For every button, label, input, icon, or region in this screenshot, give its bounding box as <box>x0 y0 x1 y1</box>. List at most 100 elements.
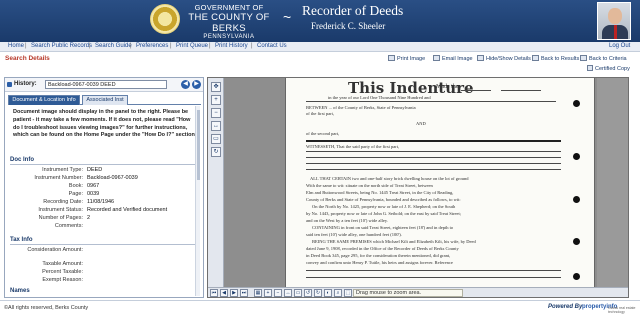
office-title: Recorder of Deeds <box>302 3 404 18</box>
email-image-button[interactable]: Email Image <box>433 55 473 62</box>
document-line: With the same to wit: situate on the nor… <box>306 183 433 188</box>
official-photo <box>597 2 631 40</box>
details-scrollbar[interactable] <box>195 106 200 296</box>
propertyinfo-tagline: Global real estate technology <box>608 306 636 314</box>
powered-by-label: Powered By <box>548 304 583 310</box>
document-line: CONTAINING in front on said Treat Street… <box>312 225 454 230</box>
zoom-in-icon[interactable]: + <box>211 95 221 105</box>
document-line: ALL THAT CERTAIN two and one-half story … <box>310 176 469 181</box>
doc-info-row: Page: 0039 <box>68 191 100 197</box>
next-arrow-icon[interactable]: ▶ <box>192 80 201 89</box>
zoom-out-icon[interactable]: − <box>211 108 221 118</box>
doc-info-row: Instrument Type: DEED <box>42 167 103 173</box>
zoom-area-icon[interactable]: ⬚ <box>344 289 352 297</box>
toggle-icon <box>477 55 484 61</box>
copyright-text: ©All rights reserved, Berks County <box>4 305 89 311</box>
doc-info-row: Recording Date: 11/08/1946 <box>43 199 115 205</box>
document-line: and on the West by a ten feet (10') wide… <box>306 218 388 223</box>
document-line: County of Berks and State of Pennsylvani… <box>306 197 461 202</box>
nav-preferences[interactable]: Preferences <box>136 43 168 49</box>
county-seal-logo <box>150 4 180 34</box>
document-line: BEING THE SAME PREMISES which Michael Ki… <box>312 239 476 244</box>
document-line: BETWEEN ... of the County of Berks, Stat… <box>306 105 416 110</box>
back-arrow-icon <box>532 55 539 61</box>
doc-info-row: Number of Pages: 2 <box>38 215 91 221</box>
viewer-margin <box>597 78 628 287</box>
history-bar: History: Backload-0967-0039 DEED ◀ ▶ <box>5 78 203 92</box>
envelope-icon <box>433 55 440 61</box>
rotate-right-icon[interactable]: ↻ <box>314 289 322 297</box>
doc-info-row: Instrument Number: Backload-0967-0039 <box>34 175 138 181</box>
detail-tabs: Document & Location Info Associated Inst <box>8 95 201 105</box>
document-line: of the first part, <box>306 111 334 116</box>
back-to-results-button[interactable]: Back to Results <box>532 55 579 62</box>
doc-info-row: Book: 0967 <box>68 183 100 189</box>
nav-home[interactable]: Home <box>8 43 24 49</box>
fit-width-icon[interactable]: ↔ <box>284 289 292 297</box>
last-page-icon[interactable]: ⏭ <box>240 289 248 297</box>
hide-show-details-button[interactable]: Hide/Show Details <box>477 55 531 62</box>
rotate-left-icon[interactable]: ↺ <box>304 289 312 297</box>
nav-search-public-records[interactable]: Search Public Records <box>31 43 92 49</box>
main-nav: Home | Search Public Records | Search Gu… <box>0 42 640 52</box>
document-page: This Indenture Made the in the year of o… <box>285 78 595 287</box>
doc-info-row: Comments: <box>54 223 83 229</box>
document-line: Elm and Buttonwood Streets, being No. 14… <box>306 190 454 195</box>
detail-content: Document image should display in the pan… <box>8 106 200 296</box>
tax-info-row: Percent Taxable: <box>42 269 83 275</box>
divider <box>10 244 196 245</box>
official-name: Frederick C. Sheeler <box>311 21 386 31</box>
tax-info-row: Consideration Amount: <box>27 247 83 253</box>
document-image-viewer[interactable]: ✥ + − ↔ ▭ ↻ This Indenture Made the in t… <box>207 77 629 298</box>
zoom-in-icon[interactable]: + <box>264 289 272 297</box>
printer-icon <box>388 55 395 61</box>
previous-arrow-icon[interactable]: ◀ <box>181 80 190 89</box>
doc-info-row: Instrument Status: Recorded and Verified … <box>38 207 168 213</box>
nav-print-queue[interactable]: Print Queue <box>176 43 208 49</box>
county-line: THE COUNTY OF BERKS <box>188 11 270 34</box>
nav-contact-us[interactable]: Contact Us <box>257 43 287 49</box>
fit-width-icon[interactable]: ↔ <box>211 121 221 131</box>
page-title: Search Details <box>5 55 50 62</box>
invert-icon[interactable]: ◐ <box>324 289 332 297</box>
print-image-button[interactable]: Print Image <box>388 55 425 62</box>
certified-copy-button[interactable]: Certified Copy <box>587 65 630 72</box>
document-line: dated June 9, 1908, recorded in the Offi… <box>306 246 459 251</box>
title-bar: Search Details Print Image Email Image H… <box>0 52 640 66</box>
document-line: in the year of our Lord One Thousand Nin… <box>328 95 431 100</box>
scrollbar-thumb[interactable] <box>197 110 200 180</box>
government-title: GOVERNMENT OF THE COUNTY OF BERKS PENNSY… <box>184 3 274 41</box>
state-line: PENNSYLVANIA <box>203 34 255 41</box>
tax-info-heading: Tax Info <box>10 237 33 243</box>
document-line: of the second part, <box>306 131 340 136</box>
next-page-icon[interactable]: ▶ <box>230 289 238 297</box>
back-to-criteria-button[interactable]: Back to Criteria <box>580 55 627 62</box>
pan-tool-icon[interactable]: ✥ <box>211 82 221 92</box>
rotate-icon[interactable]: ↻ <box>211 147 221 157</box>
first-page-icon[interactable]: ⏮ <box>210 289 218 297</box>
document-line: AND <box>416 121 426 126</box>
tax-info-row: Taxable Amount: <box>42 261 83 267</box>
tax-info-row: Exempt Reason: <box>42 277 83 283</box>
document-line: convey and confirm unto Henry P. Tuttle,… <box>306 260 453 265</box>
previous-page-icon[interactable]: ◀ <box>220 289 228 297</box>
site-footer: ©All rights reserved, Berks County Power… <box>0 300 640 315</box>
logout-link[interactable]: Log Out <box>609 43 630 49</box>
names-heading: Names <box>10 288 30 294</box>
history-select[interactable]: Backload-0967-0039 DEED <box>45 80 167 89</box>
document-line: by No. 1443, property now or late of Joh… <box>306 211 461 216</box>
thumbnail-icon[interactable]: ▦ <box>254 289 262 297</box>
nav-search-guide[interactable]: Search Guide <box>95 43 132 49</box>
document-line: WITNESSETH, That the said party of the f… <box>306 144 400 149</box>
tab-document-location-info[interactable]: Document & Location Info <box>8 95 80 105</box>
fit-page-icon[interactable]: ▭ <box>211 134 221 144</box>
nav-print-history[interactable]: Print History <box>215 43 248 49</box>
document-line: in Deed Book 345, page 295, for the cons… <box>306 253 451 258</box>
document-line: said ten feet (10') wide alley, one hund… <box>306 232 402 237</box>
tab-associated-inst[interactable]: Associated Inst <box>82 95 128 105</box>
zoom-out-icon[interactable]: − <box>274 289 282 297</box>
certificate-icon <box>587 65 593 71</box>
fit-page-icon[interactable]: ▭ <box>294 289 302 297</box>
header-separator: ~ <box>283 9 292 25</box>
magnifier-icon[interactable]: ⌕ <box>334 289 342 297</box>
